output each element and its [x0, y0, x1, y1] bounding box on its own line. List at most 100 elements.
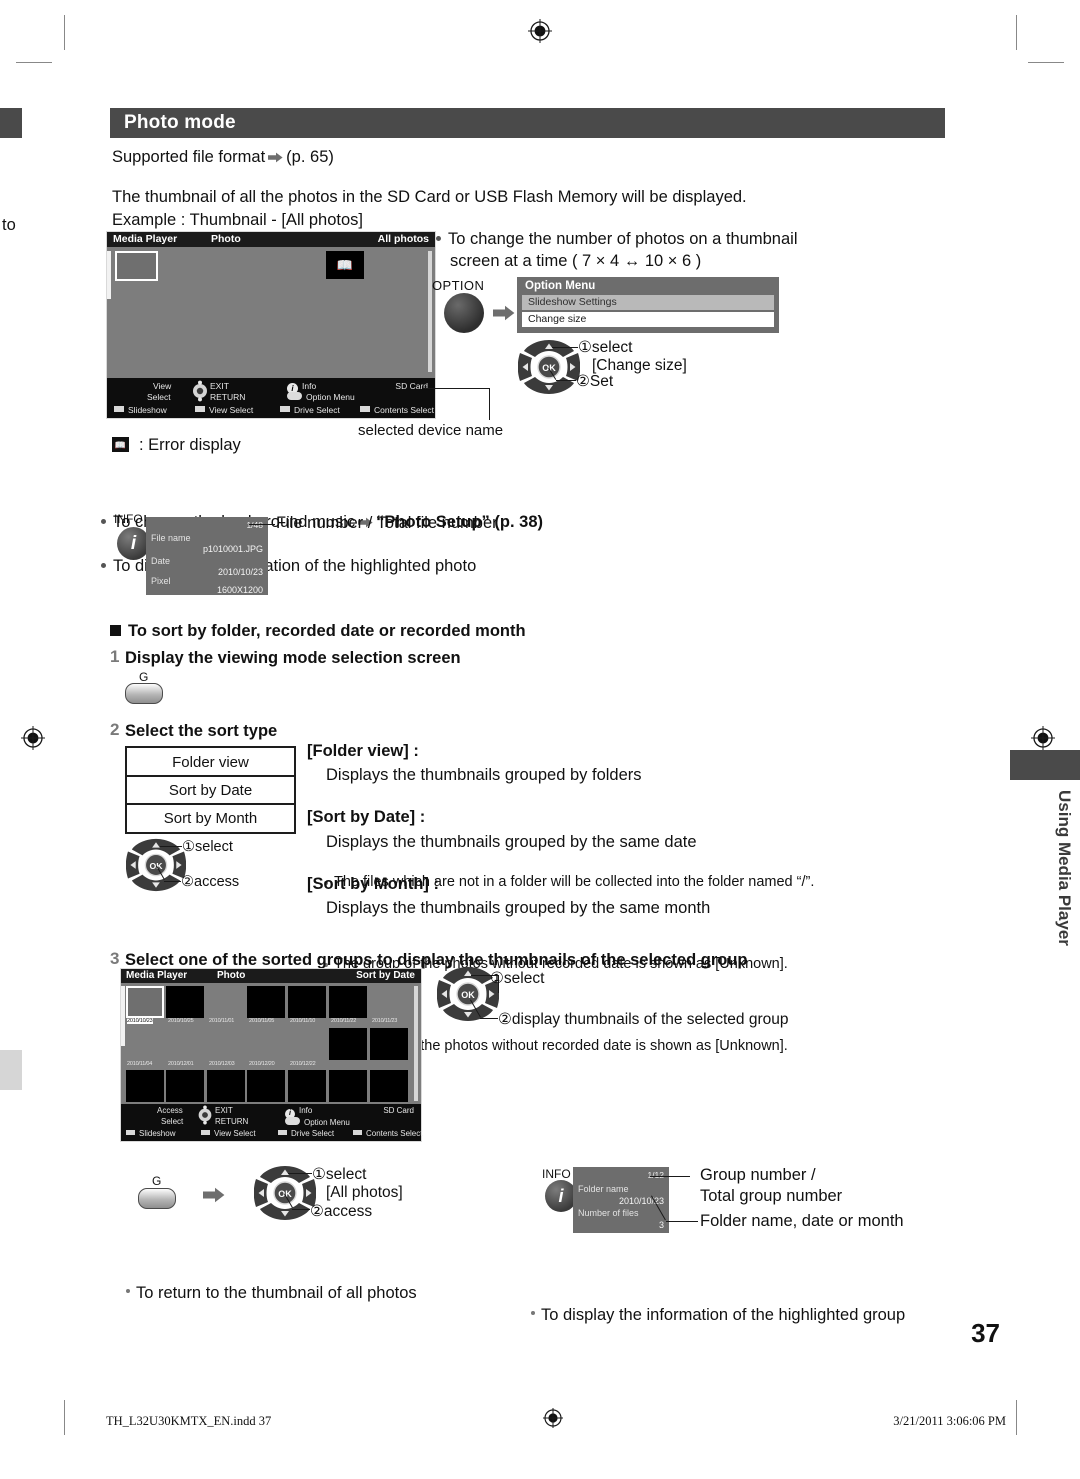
- tv-scrollbar-track[interactable]: [414, 986, 418, 1101]
- sort-option-sort-by-date[interactable]: Sort by Date: [127, 782, 294, 799]
- g-button-caption-1: G: [139, 670, 149, 684]
- registration-mark-top: [527, 18, 553, 44]
- change-size-note: To change the number of photos on a thum…: [435, 228, 868, 273]
- group-thumbnail-selected[interactable]: [126, 986, 164, 1018]
- tv-titlebar-view: Sort by Date: [356, 970, 415, 981]
- intro-line-2: Example : Thumbnail - [All photos]: [112, 211, 363, 229]
- group-thumbnail[interactable]: [166, 986, 204, 1018]
- group-thumbnail[interactable]: [126, 1070, 164, 1102]
- guide-return-label: RETURN: [215, 1117, 249, 1126]
- color-chip-icon: [278, 1130, 287, 1135]
- guide-contents-select[interactable]: Contents Select: [360, 405, 434, 415]
- def-title-sort-by-date: [Sort by Date] :: [307, 808, 426, 826]
- guide-view-select[interactable]: View Select: [195, 405, 253, 415]
- sort-option-sort-by-month[interactable]: Sort by Month: [127, 810, 294, 827]
- tv-scrollbar-thumb[interactable]: [107, 251, 111, 299]
- photo-info-label-filename: File name: [151, 533, 191, 543]
- group-thumbnail[interactable]: [329, 1028, 367, 1060]
- step3-pad-step1: ①select: [490, 970, 545, 987]
- tv-screen-sort-by-date: Media Player Photo Sort by Date 2010/10/…: [120, 968, 422, 1142]
- registration-mark-left: [20, 725, 46, 751]
- crop-mark-top-left-h: [16, 62, 52, 63]
- error-book-icon: 📖: [336, 257, 354, 273]
- svg-text:OK: OK: [461, 990, 475, 1000]
- guide-slideshow[interactable]: Slideshow: [126, 1129, 175, 1138]
- group-thumbnail[interactable]: [207, 1070, 245, 1102]
- tv-titlebar-view: All photos: [377, 233, 429, 245]
- group-thumbnail[interactable]: [247, 1070, 285, 1102]
- error-display-label: : Error display: [139, 436, 241, 454]
- sort-heading-text: To sort by folder, recorded date or reco…: [128, 622, 526, 640]
- group-thumbnail[interactable]: [329, 1070, 367, 1102]
- group-thumbnail[interactable]: [288, 986, 326, 1018]
- folder-name-caption: Folder name, date or month: [700, 1212, 904, 1230]
- option-menu-item-slideshow-settings[interactable]: Slideshow Settings: [522, 295, 774, 310]
- return-all-step1: ①select: [312, 1166, 367, 1183]
- option-button[interactable]: [444, 293, 484, 333]
- crop-mark-top-left-v: [64, 15, 65, 50]
- guide-drive-select[interactable]: Drive Select: [280, 405, 340, 415]
- tv-scrollbar-thumb[interactable]: [121, 986, 125, 1046]
- side-tab-label: Using Media Player: [1055, 790, 1074, 946]
- guide-slideshow[interactable]: Slideshow: [114, 405, 167, 415]
- thumbnail-selected-cell[interactable]: [115, 251, 158, 281]
- leader-line-folder-name-h: [666, 1221, 698, 1222]
- group-date-label: 2010/12/01: [168, 1061, 194, 1067]
- group-thumbnail[interactable]: [329, 986, 367, 1018]
- photo-info-value-filename: p1010001.JPG: [202, 544, 263, 554]
- g-button-2[interactable]: [138, 1188, 176, 1209]
- group-info-label-count: Number of files: [578, 1208, 639, 1218]
- guide-device-label: SD Card: [395, 381, 428, 391]
- group-date-label: 2010/10/23: [127, 1018, 153, 1024]
- color-chip-icon: [280, 406, 290, 412]
- error-display-line: 📖 : Error display: [112, 434, 241, 456]
- leader-line-sort-access-h: [164, 881, 181, 882]
- crop-mark-top-right-v: [1016, 15, 1017, 50]
- tv-titlebar-mode: Photo: [211, 233, 241, 245]
- sort-type-list: Folder view Sort by Date Sort by Month: [125, 746, 296, 834]
- photo-info-label-pixel: Pixel: [151, 576, 171, 586]
- crop-mark-top-right-h: [1028, 62, 1064, 63]
- group-date-label: 2010/11/05: [249, 1018, 275, 1024]
- leader-line-set-h: [556, 380, 576, 381]
- guide-drive-select[interactable]: Drive Select: [278, 1129, 334, 1138]
- guide-info-label: Info: [302, 381, 317, 391]
- return-all-photos-line: To return to the thumbnail of all photos: [125, 1282, 1080, 1304]
- photo-info-panel: 1/48 File name p1010001.JPG Date 2010/10…: [146, 517, 268, 595]
- guide-slideshow-label: Slideshow: [139, 1129, 176, 1138]
- sort-option-folder-view[interactable]: Folder view: [127, 754, 294, 771]
- leader-line-file-number: [249, 524, 275, 525]
- group-info-label-folder: Folder name: [578, 1184, 629, 1194]
- guide-cursor-pad-icon: [189, 380, 211, 402]
- guide-option-row: Option Menu: [285, 1117, 350, 1127]
- guide-view-select[interactable]: View Select: [201, 1129, 256, 1138]
- group-info-line: To display the information of the highli…: [530, 1304, 971, 1326]
- guide-option-label: Option Menu: [304, 1118, 350, 1127]
- tv-titlebar: Media Player Photo All photos: [107, 232, 435, 247]
- error-display-thumbnail[interactable]: 📖: [326, 251, 364, 279]
- group-thumbnail[interactable]: [370, 1028, 408, 1060]
- tv-scrollbar-track[interactable]: [428, 251, 432, 372]
- selected-device-name-caption: selected device name: [358, 422, 504, 439]
- group-thumbnail[interactable]: [166, 1070, 204, 1102]
- group-date-label: 2010/12/03: [209, 1061, 235, 1067]
- group-date-label: 2010/11/01: [209, 1018, 235, 1024]
- g-button-1[interactable]: [125, 683, 163, 704]
- tv-titlebar-mode: Photo: [217, 970, 246, 981]
- color-chip-icon: [201, 1130, 210, 1135]
- option-menu-item-label: Slideshow Settings: [528, 296, 617, 308]
- change-size-note-line1: To change the number of photos on a thum…: [448, 230, 798, 248]
- guide-drive-select-label: Drive Select: [291, 1129, 335, 1138]
- group-thumbnail[interactable]: [288, 1070, 326, 1102]
- def-line-sort-by-month: Displays the thumbnails grouped by the s…: [326, 899, 711, 917]
- guide-access-label: Access: [157, 1106, 183, 1115]
- group-thumbnail[interactable]: [247, 986, 285, 1018]
- guide-contents-select[interactable]: Contents Select: [353, 1129, 422, 1138]
- guide-select-label: Select: [147, 392, 171, 402]
- option-menu-item-change-size[interactable]: Change size: [522, 312, 774, 327]
- tv-titlebar: Media Player Photo Sort by Date: [121, 969, 421, 983]
- section-title-band: Photo mode: [110, 108, 945, 138]
- arrow-right-icon: [203, 1187, 225, 1208]
- group-thumbnail[interactable]: [370, 1070, 408, 1102]
- side-tab-marker: [1010, 750, 1080, 780]
